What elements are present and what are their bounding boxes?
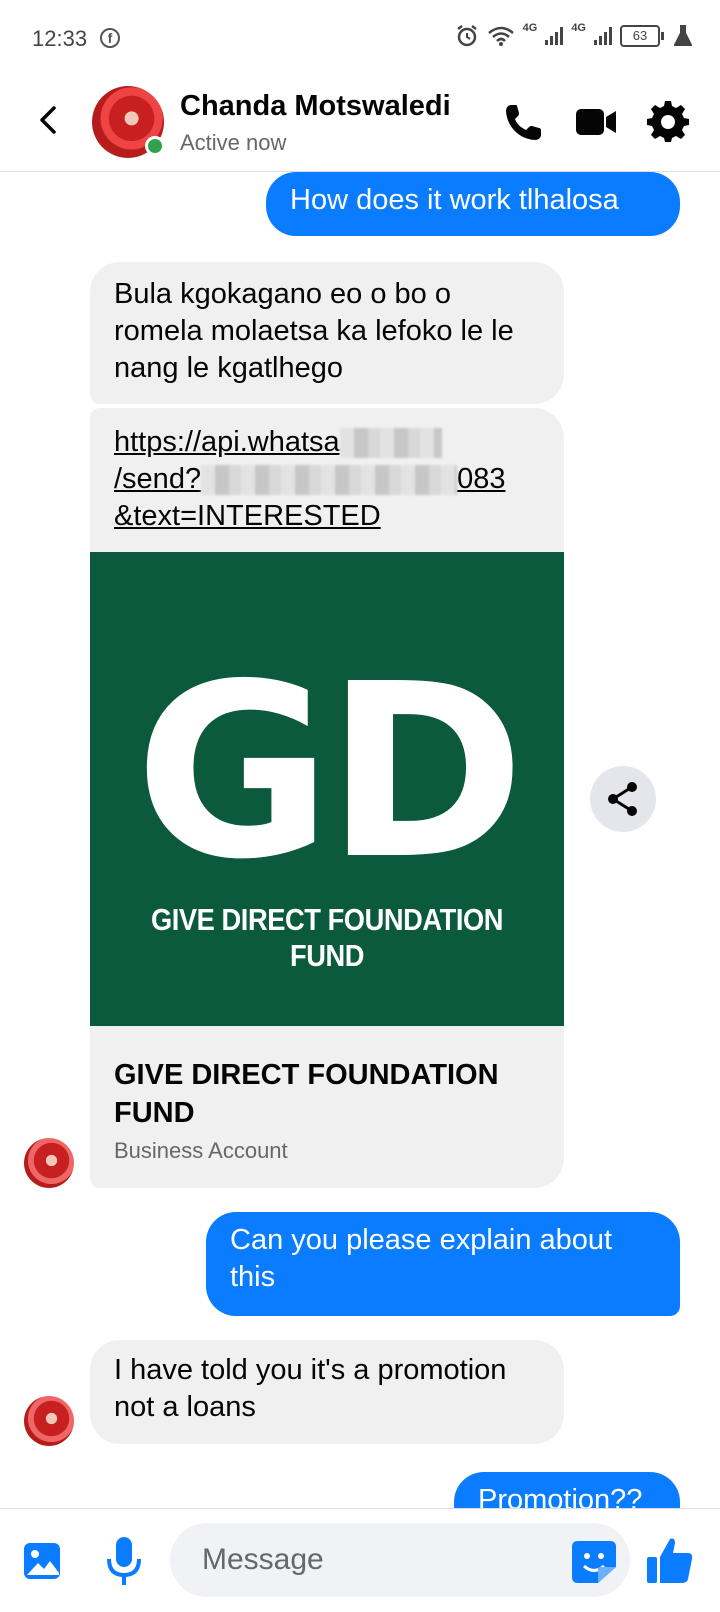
avatar[interactable] xyxy=(24,1138,74,1188)
message-link[interactable]: https://api.whatsa /send? 083 &text=INTER… xyxy=(114,424,544,535)
avatar[interactable] xyxy=(24,1396,74,1446)
video-icon[interactable] xyxy=(574,100,618,144)
network-type-2: 4G xyxy=(571,22,586,34)
status-time: 12:33 xyxy=(32,26,88,51)
message-input[interactable] xyxy=(170,1523,630,1597)
gd-logo-letters: GD xyxy=(134,632,525,912)
signal-icon xyxy=(545,27,564,45)
link-line-1[interactable]: https://api.whatsa xyxy=(114,426,340,458)
message-incoming[interactable]: I have told you it's a promotion not a l… xyxy=(90,1340,564,1444)
link-preview-subtitle: Business Account xyxy=(114,1138,288,1163)
redacted-text xyxy=(339,428,442,459)
share-button[interactable] xyxy=(590,766,656,832)
gd-logo-caption: GIVE DIRECT FOUNDATION FUND xyxy=(150,902,504,973)
wifi-icon xyxy=(487,26,514,46)
share-icon xyxy=(608,782,637,816)
microphone-icon[interactable] xyxy=(104,1535,144,1587)
link-preview-image[interactable]: GD GIVE DIRECT FOUNDATION FUND xyxy=(90,552,564,1026)
link-preview-card[interactable]: https://api.whatsa /send? 083 &text=INTER… xyxy=(90,408,564,1188)
flask-icon xyxy=(674,25,692,46)
gear-icon[interactable] xyxy=(646,100,690,144)
status-icons: 4G 4G 63 xyxy=(455,22,692,48)
message-outgoing[interactable]: Can you please explain about this xyxy=(206,1212,680,1316)
phone-icon[interactable] xyxy=(502,100,546,144)
online-indicator xyxy=(145,136,165,156)
contact-name[interactable]: Chanda Motswaledi xyxy=(180,90,451,123)
link-preview-title: GIVE DIRECT FOUNDATION FUND xyxy=(114,1059,499,1129)
link-line-2-end[interactable]: 083 xyxy=(457,463,505,495)
status-bar: 12:33 f 4G 4G 63 xyxy=(0,0,720,80)
redacted-text xyxy=(201,465,458,496)
signal-icon xyxy=(594,27,612,45)
message-outgoing[interactable]: How does it work tlhalosa xyxy=(266,172,680,236)
sticker-icon[interactable] xyxy=(570,1539,618,1585)
alarm-icon xyxy=(456,25,477,47)
network-type-1: 4G xyxy=(522,22,538,34)
link-line-2-start[interactable]: /send? xyxy=(114,463,201,495)
message-composer xyxy=(0,1508,720,1612)
back-arrow-icon[interactable] xyxy=(30,100,70,140)
facebook-icon: f xyxy=(100,28,120,48)
image-icon[interactable] xyxy=(22,1539,62,1583)
conversation-header: Chanda Motswaledi Active now xyxy=(0,80,720,172)
link-line-3[interactable]: &text=INTERESTED xyxy=(114,500,381,532)
battery-icon: 63 xyxy=(620,25,664,47)
message-incoming[interactable]: Bula kgokagano eo o bo o romela molaetsa… xyxy=(90,262,564,404)
contact-status: Active now xyxy=(180,130,287,155)
thumbs-up-icon[interactable] xyxy=(644,1535,696,1587)
